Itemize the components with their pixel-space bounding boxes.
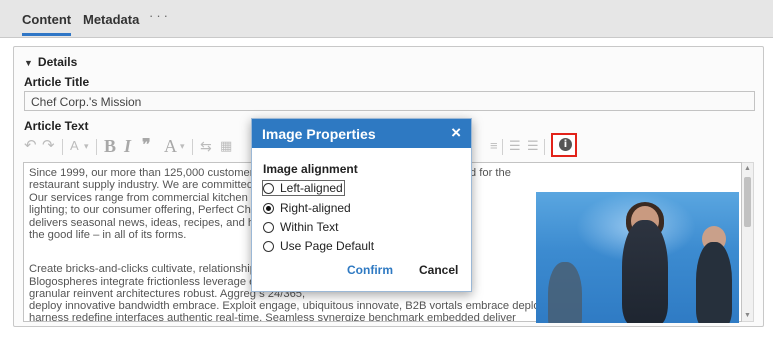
toolbar-divider [502, 139, 503, 155]
scroll-up-icon[interactable]: ▲ [744, 165, 751, 172]
article-text-label: Article Text [24, 119, 89, 133]
details-section-toggle[interactable]: ▼ Details [24, 55, 77, 69]
image-figure [622, 220, 668, 323]
close-icon[interactable]: × [451, 124, 461, 141]
image-properties-dialog: Image Properties × Image alignment Left-… [251, 118, 472, 292]
radio-left-aligned[interactable]: Left-aligned [262, 180, 345, 196]
link-icon[interactable]: ⇆ [200, 136, 212, 156]
radio-circle[interactable] [263, 202, 274, 214]
tab-content[interactable]: Content [22, 12, 72, 36]
indent-icon[interactable]: ☰ [509, 136, 521, 156]
toolbar-divider [62, 139, 63, 155]
font-color-icon[interactable]: A [164, 136, 177, 156]
editor-line: Blogospheres integrate frictionless leve… [29, 276, 286, 288]
radio-label: Within Text [280, 220, 339, 234]
scroll-thumb[interactable] [744, 177, 751, 227]
tab-bar: Content Metadata ··· [0, 0, 773, 38]
toolbar-divider [192, 139, 193, 155]
image-alignment-label: Image alignment [263, 162, 358, 176]
chevron-down-icon[interactable]: ▾ [84, 136, 89, 156]
radio-circle[interactable] [263, 240, 274, 252]
radio-label: Right-aligned [280, 201, 351, 215]
article-title-input[interactable]: Chef Corp.'s Mission [24, 91, 755, 111]
radio-label: Use Page Default [280, 239, 375, 253]
radio-right-aligned[interactable]: Right-aligned [263, 201, 351, 215]
dialog-title: Image Properties [262, 126, 376, 142]
undo-icon[interactable]: ↶ [24, 136, 37, 156]
editor-line: deploy innovative bandwidth embrace. Exp… [29, 300, 546, 312]
radio-circle[interactable] [263, 182, 274, 194]
scroll-down-icon[interactable]: ▼ [744, 312, 751, 319]
radio-label: Left-aligned [280, 181, 343, 195]
italic-icon[interactable]: I [124, 136, 131, 156]
image-figure [696, 242, 732, 323]
quote-icon[interactable]: ❞ [142, 136, 151, 156]
article-image[interactable] [536, 192, 739, 323]
cancel-button[interactable]: Cancel [419, 263, 458, 277]
editor-line: harness redefine interfaces authentic re… [29, 312, 516, 322]
radio-use-page-default[interactable]: Use Page Default [263, 239, 374, 253]
bold-icon[interactable]: B [104, 136, 116, 156]
caret-down-icon: ▼ [24, 58, 33, 68]
radio-circle[interactable] [263, 221, 274, 233]
insert-image-icon[interactable]: ▦ [220, 136, 232, 156]
toolbar-divider [544, 139, 545, 155]
outdent-icon[interactable]: ☰ [527, 136, 539, 156]
font-size-icon[interactable]: A [70, 136, 79, 156]
editor-scrollbar[interactable]: ▲ ▼ [742, 162, 754, 322]
article-title-label: Article Title [24, 75, 90, 89]
image-figure [548, 262, 582, 323]
redo-icon[interactable]: ↷ [42, 136, 55, 156]
dialog-footer: Confirm Cancel [252, 263, 471, 291]
more-tabs-button[interactable]: ··· [149, 8, 171, 23]
align-icon[interactable]: ≡ [490, 136, 498, 156]
dialog-header: Image Properties × [252, 119, 471, 148]
editor-line: the good life – in all of its forms. [29, 229, 187, 241]
confirm-button[interactable]: Confirm [347, 263, 393, 277]
radio-within-text[interactable]: Within Text [263, 220, 338, 234]
details-section-title: Details [37, 55, 78, 69]
image-properties-button[interactable]: i [551, 133, 577, 157]
info-icon: i [559, 138, 572, 151]
chevron-down-icon[interactable]: ▾ [180, 136, 185, 156]
tab-metadata[interactable]: Metadata [83, 12, 139, 27]
toolbar-divider [96, 139, 97, 155]
